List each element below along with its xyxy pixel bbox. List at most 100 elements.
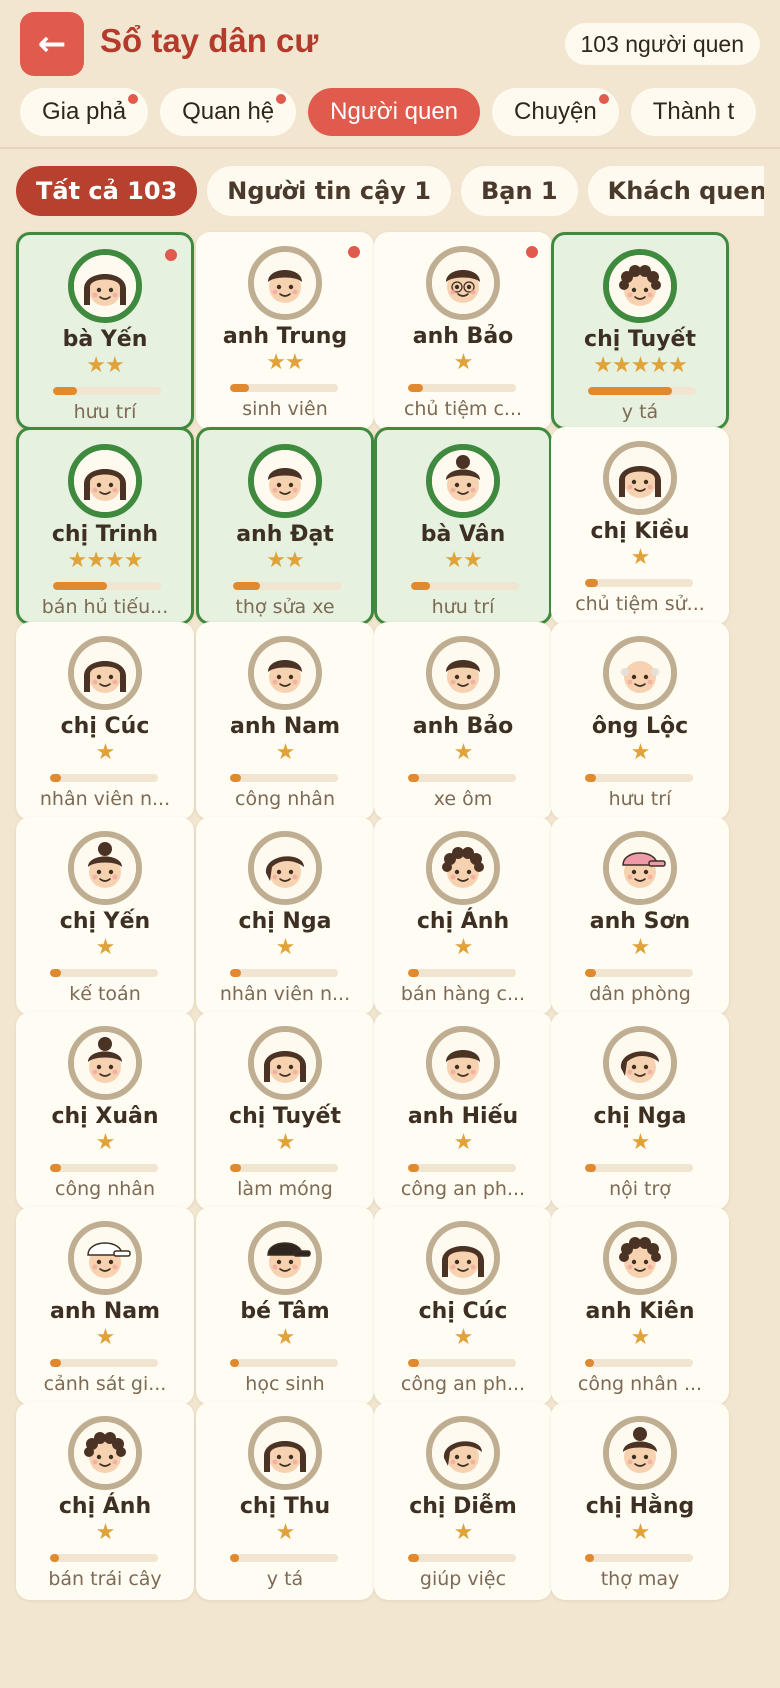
star-rating: ★: [630, 545, 651, 570]
relationship-progress-bar: [50, 969, 158, 977]
star-rating: ★★★★★: [593, 353, 688, 378]
person-role: bán trái cây: [48, 1568, 162, 1590]
star-rating: ★: [95, 1130, 116, 1155]
tab-4[interactable]: Thành t: [630, 88, 757, 136]
person-card[interactable]: chị Tuyết ★★★★★ y tá: [551, 232, 729, 430]
person-card[interactable]: chị Nga ★ nhân viên n...: [196, 817, 374, 1015]
person-card[interactable]: chị Ánh ★ bán hàng c...: [374, 817, 552, 1015]
avatar: [248, 1416, 322, 1490]
avatar: [426, 246, 500, 320]
person-role: cảnh sát gi...: [43, 1373, 167, 1395]
person-name: anh Kiên: [585, 1299, 695, 1324]
person-role: thợ may: [600, 1568, 680, 1590]
person-card[interactable]: chị Cúc ★ nhân viên n...: [16, 622, 194, 820]
star-rating: ★: [630, 1130, 651, 1155]
star-rating: ★: [453, 1325, 474, 1350]
person-name: chị Trinh: [51, 522, 159, 547]
relationship-progress-fill: [408, 969, 419, 977]
new-notification-dot: [526, 246, 538, 258]
person-card[interactable]: anh Hiếu ★ công an ph...: [374, 1012, 552, 1210]
person-role: y tá: [621, 401, 659, 423]
person-card[interactable]: anh Sơn ★ dân phòng: [551, 817, 729, 1015]
relationship-progress-fill: [53, 387, 77, 395]
star-rating: ★: [630, 935, 651, 960]
relationship-progress-bar: [585, 1554, 693, 1562]
person-card[interactable]: anh Nam ★ cảnh sát gi...: [16, 1207, 194, 1405]
person-name: ông Lộc: [591, 714, 689, 739]
person-card[interactable]: anh Đạt ★★ thợ sửa xe: [196, 427, 374, 625]
filter-chip-3[interactable]: Khách quen 4: [587, 166, 764, 216]
relationship-progress-bar: [408, 384, 516, 392]
filter-chip-2[interactable]: Bạn 1: [460, 166, 578, 216]
person-card[interactable]: ông Lộc ★ hưu trí: [551, 622, 729, 820]
tab-0[interactable]: Gia phả: [20, 88, 149, 136]
back-button[interactable]: ←: [20, 12, 84, 76]
avatar: [248, 1221, 322, 1295]
star-rating: ★: [453, 350, 474, 375]
relationship-progress-bar: [230, 1554, 338, 1562]
person-role: chủ tiệm sử...: [575, 593, 705, 615]
avatar: [68, 636, 142, 710]
person-card[interactable]: anh Kiên ★ công nhân ...: [551, 1207, 729, 1405]
person-card[interactable]: anh Bảo ★ xe ôm: [374, 622, 552, 820]
relationship-progress-fill: [408, 774, 419, 782]
filter-chip-1[interactable]: Người tin cậy 1: [207, 166, 451, 216]
person-card[interactable]: bà Yến ★★ hưu trí: [16, 232, 194, 430]
person-card[interactable]: chị Nga ★ nội trợ: [551, 1012, 729, 1210]
star-rating: ★: [95, 740, 116, 765]
person-card[interactable]: anh Bảo ★ chủ tiệm c...: [374, 232, 552, 430]
person-card[interactable]: chị Trinh ★★★★ bán hủ tiếu...: [16, 427, 194, 625]
tab-2[interactable]: Người quen: [308, 88, 481, 136]
star-rating: ★: [275, 740, 296, 765]
relationship-progress-bar: [585, 1359, 693, 1367]
person-name: chị Nga: [238, 909, 332, 934]
notification-dot: [128, 94, 139, 104]
person-card[interactable]: chị Xuân ★ công nhân: [16, 1012, 194, 1210]
tab-3[interactable]: Chuyện: [492, 88, 619, 136]
star-rating: ★: [453, 935, 474, 960]
relationship-progress-bar: [408, 1554, 516, 1562]
relationship-progress-bar: [585, 579, 693, 587]
person-role: công nhân: [55, 1178, 155, 1200]
person-card[interactable]: chị Diễm ★ giúp việc: [374, 1402, 552, 1600]
person-name: anh Hiếu: [407, 1104, 519, 1129]
person-card[interactable]: chị Thu ★ y tá: [196, 1402, 374, 1600]
person-card[interactable]: chị Kiều ★ chủ tiệm sử...: [551, 427, 729, 625]
person-card[interactable]: chị Ánh ★ bán trái cây: [16, 1402, 194, 1600]
person-role: hưu trí: [73, 401, 137, 423]
star-rating: ★: [453, 1130, 474, 1155]
person-card[interactable]: bé Tâm ★ học sinh: [196, 1207, 374, 1405]
person-card[interactable]: chị Yến ★ kế toán: [16, 817, 194, 1015]
person-name: anh Bảo: [412, 324, 514, 349]
people-count-badge: 103 người quen: [564, 23, 760, 65]
person-card[interactable]: anh Nam ★ công nhân: [196, 622, 374, 820]
new-notification-dot: [348, 246, 360, 258]
star-rating: ★: [275, 1325, 296, 1350]
avatar: [68, 1221, 142, 1295]
person-card[interactable]: chị Cúc ★ công an ph...: [374, 1207, 552, 1405]
filter-chip-0[interactable]: Tất cả 103: [16, 166, 198, 216]
person-card[interactable]: chị Tuyết ★ làm móng: [196, 1012, 374, 1210]
person-card[interactable]: anh Trung ★★ sinh viên: [196, 232, 374, 430]
relationship-progress-fill: [408, 1164, 419, 1172]
relationship-progress-bar: [50, 1164, 158, 1172]
person-name: chị Tuyết: [584, 327, 696, 352]
person-card[interactable]: bà Vân ★★ hưu trí: [374, 427, 552, 625]
person-name: anh Trung: [222, 324, 348, 349]
tab-1[interactable]: Quan hệ: [160, 88, 297, 136]
person-role: làm móng: [237, 1178, 333, 1200]
person-card[interactable]: chị Hằng ★ thợ may: [551, 1402, 729, 1600]
relationship-progress-bar: [585, 969, 693, 977]
person-name: chị Tuyết: [229, 1104, 341, 1129]
relationship-progress-bar: [411, 582, 519, 590]
relationship-progress-fill: [233, 582, 260, 590]
relationship-progress-bar: [408, 774, 516, 782]
tab-label: Người quen: [330, 98, 459, 125]
avatar: [248, 246, 322, 320]
person-role: công nhân ...: [577, 1373, 703, 1395]
person-name: anh Bảo: [412, 714, 514, 739]
person-name: chị Hằng: [585, 1494, 695, 1519]
avatar: [426, 636, 500, 710]
person-role: bán hủ tiếu...: [41, 596, 169, 618]
relationship-progress-fill: [585, 579, 598, 587]
